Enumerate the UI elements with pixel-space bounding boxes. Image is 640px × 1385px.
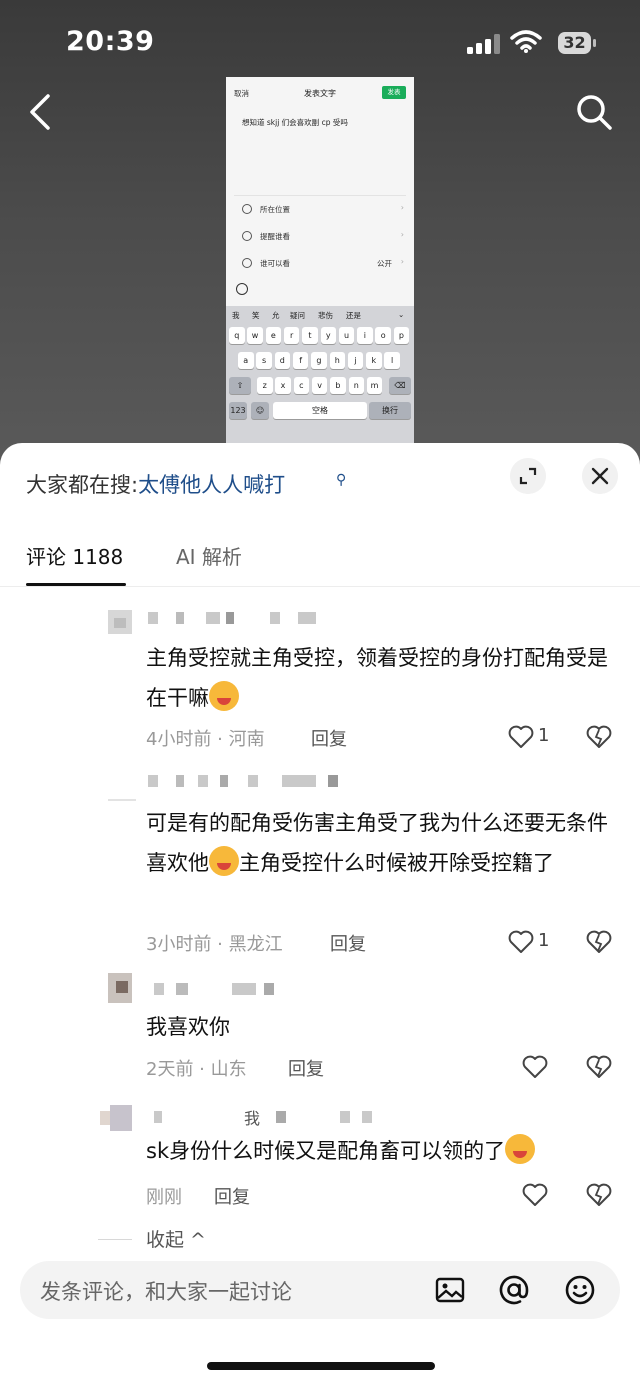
keyboard-key: m [366, 377, 383, 394]
keyboard-key: x [275, 377, 291, 394]
candidate-bar: 我 笑 允 疑问 悲伤 还是 ⌄ [232, 310, 405, 320]
shot-post-text: 想知道 skjj 们会喜欢副 cp 受吗 [242, 118, 348, 127]
battery-level: 32 [558, 32, 591, 54]
keyboard-key: b [330, 377, 346, 394]
lipstick-face-emoji-icon [209, 681, 239, 711]
heart-icon[interactable] [522, 1055, 548, 1079]
username-fragment: 我 [244, 1109, 261, 1128]
reply-button[interactable]: 回复 [330, 930, 366, 956]
status-bar: 20:39 32 [0, 0, 640, 86]
comment-input-placeholder: 发条评论，和大家一起讨论 [40, 1280, 292, 1304]
comment-sheet: 大家都在搜:太傅他人人喊打 ⚲ 评论 1188 AI 解析 主角受控就主角受控，… [0, 443, 640, 1385]
shift-key-icon: ⇧ [229, 377, 251, 394]
keyboard-key: k [366, 352, 382, 369]
keyboard-key: i [357, 327, 373, 344]
keyboard-key: a [238, 352, 254, 369]
person-icon [242, 258, 252, 268]
shot-cancel: 取消 [234, 89, 249, 98]
comment-text: 我喜欢你 [146, 1015, 230, 1039]
keyboard-key: h [329, 352, 345, 369]
keyboard-key: r [283, 327, 300, 344]
comment-meta: 刚刚 [146, 1187, 182, 1208]
shot-row-mention: 提醒谁看 › [242, 230, 406, 246]
reply-button[interactable]: 回复 [288, 1055, 324, 1081]
shot-row-visibility: 谁可以看 公开 › [242, 257, 406, 273]
heart-icon[interactable] [508, 930, 534, 954]
avatar[interactable] [100, 1105, 132, 1131]
keyboard-key: q [229, 327, 245, 344]
hot-search-keyword[interactable]: 太傅他人人喊打 [138, 473, 285, 497]
keyboard-key: w [247, 327, 263, 344]
keyboard-key: v [311, 377, 328, 394]
like-count: 1 [538, 930, 550, 951]
at-sign-icon [242, 231, 252, 241]
comment-text: 主角受控就主角受控，领着受控的身份打配角受是在干嘛 [146, 646, 608, 711]
broken-heart-icon[interactable] [586, 725, 612, 749]
comment-meta: 4小时前 · 河南 [146, 729, 265, 750]
broken-heart-icon[interactable] [586, 1055, 612, 1079]
avatar[interactable] [108, 785, 136, 809]
keyboard-key: j [347, 352, 364, 369]
hot-search[interactable]: 大家都在搜:太傅他人人喊打 [26, 469, 285, 499]
reply-button[interactable]: 回复 [311, 725, 347, 751]
tab-comments[interactable]: 评论 1188 [26, 541, 123, 570]
keyboard-key: c [293, 377, 310, 394]
comment-input-bar[interactable]: 发条评论，和大家一起讨论 [20, 1261, 620, 1319]
status-time: 20:39 [66, 26, 155, 57]
broken-heart-icon[interactable] [586, 930, 612, 954]
lipstick-face-emoji-icon [505, 1134, 536, 1164]
collapse-replies-button[interactable]: 收起 ^ [146, 1225, 206, 1252]
shot-publish-button: 发表 [382, 86, 406, 99]
broken-heart-icon[interactable] [586, 1183, 612, 1207]
keyboard-key: e [265, 327, 282, 344]
image-icon[interactable] [434, 1274, 466, 1306]
keyboard-key: s [256, 352, 272, 369]
like-count: 1 [538, 725, 550, 746]
keyboard-key: p [393, 327, 410, 344]
keyboard-key: d [274, 352, 291, 369]
avatar[interactable] [108, 973, 132, 1003]
tab-ai-analysis[interactable]: AI 解析 [176, 541, 242, 570]
search-icon[interactable] [574, 92, 614, 132]
back-chevron-icon[interactable] [24, 92, 56, 132]
keyboard-key: y [320, 327, 336, 344]
avatar[interactable] [108, 610, 132, 634]
shot-row-location: 所在位置 › [242, 203, 406, 219]
battery-icon: 32 [558, 32, 598, 54]
backspace-key-icon: ⌫ [389, 377, 411, 394]
embedded-post-screenshot: 取消 发表文字 发表 想知道 skjj 们会喜欢副 cp 受吗 所在位置 › 提… [226, 77, 414, 457]
wifi-icon [510, 30, 542, 53]
home-indicator [207, 1362, 435, 1370]
keyboard-key: o [375, 327, 391, 344]
heart-icon[interactable] [522, 1183, 548, 1207]
emoji-smiley-icon[interactable] [564, 1274, 596, 1306]
at-mention-icon[interactable] [498, 1274, 530, 1306]
shot-title: 发表文字 [304, 89, 336, 98]
comment-text: sk身份什么时候又是配角畜可以领的了 [146, 1131, 616, 1171]
keyboard-key: l [384, 352, 400, 369]
keyboard-key: z [257, 377, 273, 394]
expand-icon[interactable] [510, 458, 546, 494]
tears-of-joy-emoji-icon [209, 846, 239, 876]
emoji-key-icon: ☺ [251, 402, 269, 419]
heart-icon[interactable] [508, 725, 534, 749]
smiley-icon [236, 283, 248, 295]
keyboard-key: g [311, 352, 327, 369]
embedded-keyboard: 我 笑 允 疑问 悲伤 还是 ⌄ qwertyuiop asdfghjkl ⇧ ⌫… [226, 306, 414, 457]
keyboard-key: f [292, 352, 309, 369]
hot-search-prefix: 大家都在搜: [26, 473, 139, 497]
reply-button[interactable]: 回复 [214, 1183, 250, 1209]
location-pin-icon [242, 204, 252, 214]
comment-meta: 3小时前 · 黑龙江 [146, 934, 283, 955]
chevron-down-icon: ⌄ [398, 310, 405, 319]
keyboard-key: n [348, 377, 364, 394]
keyboard-key: u [338, 327, 355, 344]
close-icon[interactable] [582, 458, 618, 494]
search-small-icon: ⚲ [336, 472, 347, 488]
comment-meta: 2天前 · 山东 [146, 1059, 247, 1080]
keyboard-key: t [302, 327, 318, 344]
cellular-signal-icon [467, 34, 500, 54]
comment-text: 可是有的配角受伤害主角受了我为什么还要无条件喜欢他 主角受控什么时候被开除受控籍了 [146, 811, 608, 876]
